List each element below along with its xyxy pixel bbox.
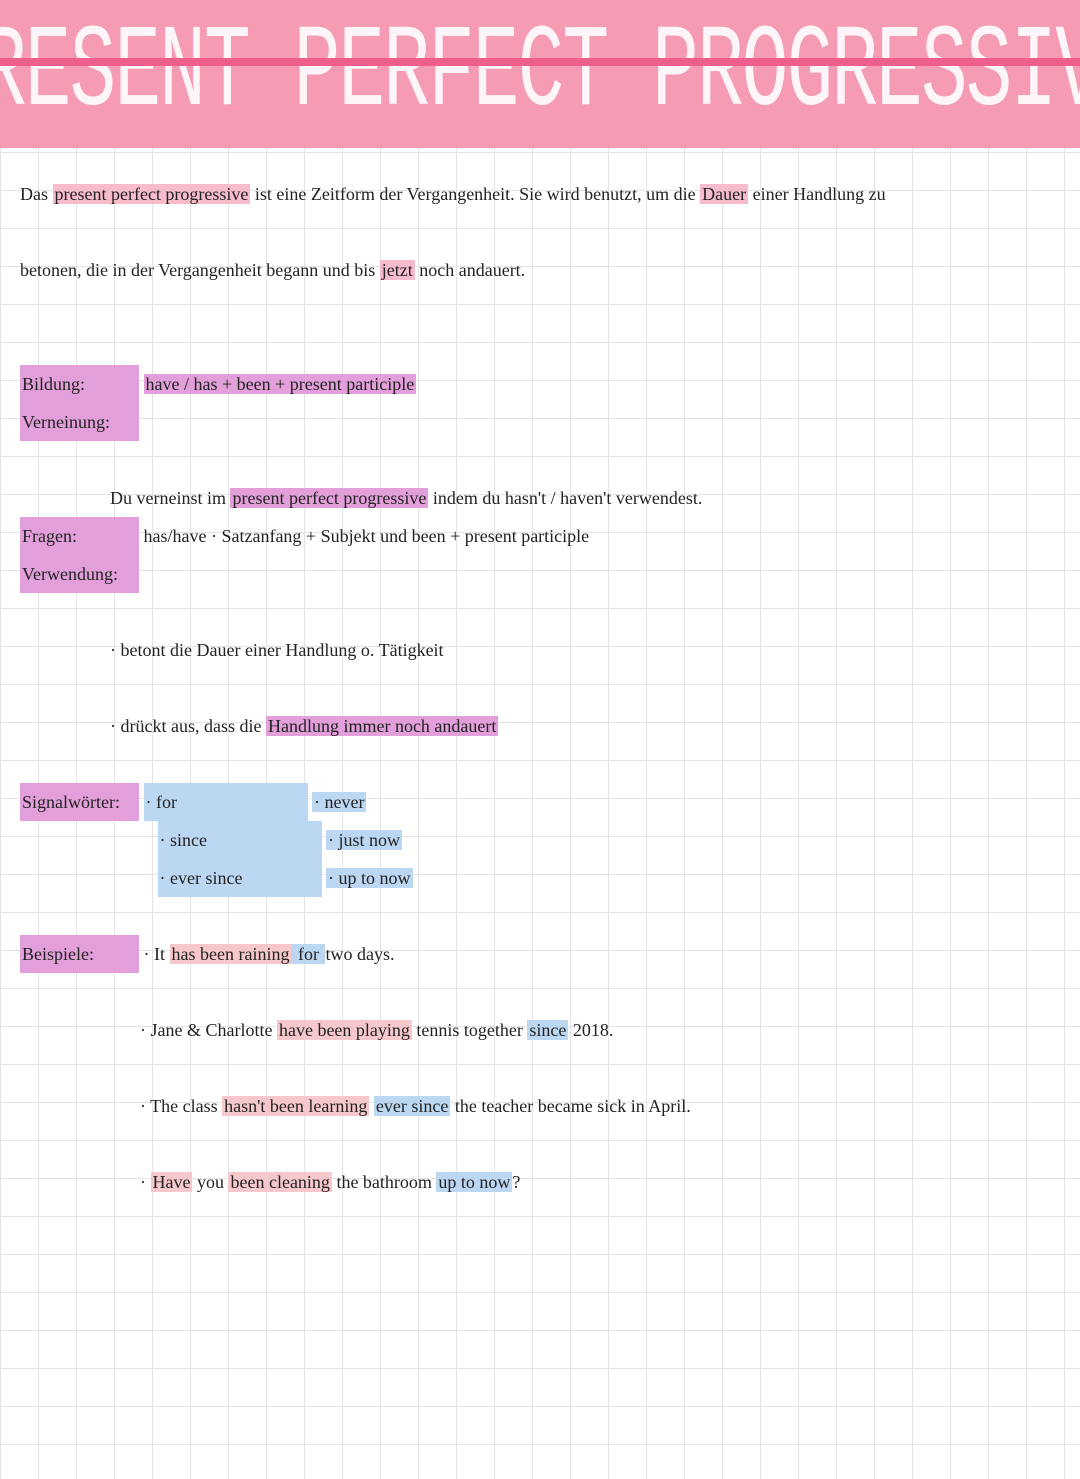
bildung-line: Bildung: have / has + been + present par… [20, 365, 1060, 403]
signal-highlight: ever since [374, 1096, 450, 1116]
verb-highlight: Have [151, 1172, 193, 1192]
text: betonen, die in der Vergangenheit begann… [20, 260, 380, 280]
text: the bathroom [332, 1172, 436, 1192]
text: · It [144, 944, 170, 964]
section-label-beispiele: Beispiele: [20, 935, 139, 973]
text: Du verneinst im [110, 488, 230, 508]
signal-word: · up to now [326, 868, 413, 888]
bildung-value: have / has + been + present participle [144, 374, 417, 394]
fragen-value: has/have · Satzanfang + Subjekt und been… [144, 526, 590, 546]
text: einer Handlung zu [748, 184, 885, 204]
highlight-term: jetzt [380, 260, 415, 280]
signal-word: · just now [326, 830, 402, 850]
text: Das [20, 184, 53, 204]
beispiel-4: · Have you been cleaning the bathroom up… [20, 1163, 1060, 1201]
header-band: PRESENT PERFECT PROGRESSIVE [0, 0, 1080, 148]
signal-row-3: · ever since · up to now [20, 859, 1060, 897]
beispiel-2: · Jane & Charlotte have been playing ten… [20, 1011, 1060, 1049]
beispiel-1: Beispiele: · It has been raining for two… [20, 935, 1060, 973]
signal-row-2: · since · just now [20, 821, 1060, 859]
section-label-signal: Signalwörter: [20, 783, 139, 821]
verwendung-label-line: Verwendung: [20, 555, 1060, 593]
section-label-bildung: Bildung: [20, 365, 139, 403]
section-label-fragen: Fragen: [20, 517, 139, 555]
highlight-term: Dauer [700, 184, 748, 204]
signal-highlight: since [527, 1020, 568, 1040]
text: tennis together [412, 1020, 527, 1040]
section-label-verneinung: Verneinung: [20, 403, 139, 441]
text: · [140, 1172, 151, 1192]
text: · The class [140, 1096, 222, 1116]
highlight-term: present perfect progressive [230, 488, 428, 508]
highlight-term: Handlung immer noch andauert [266, 716, 498, 736]
intro-line-2: betonen, die in der Vergangenheit begann… [20, 251, 1060, 289]
page-title: PRESENT PERFECT PROGRESSIVE [0, 0, 1080, 185]
verb-highlight: been cleaning [228, 1172, 331, 1192]
text: · Jane & Charlotte [140, 1020, 277, 1040]
fragen-line: Fragen: has/have · Satzanfang + Subjekt … [20, 517, 1060, 555]
text: · drückt aus, dass die [110, 716, 266, 736]
text: you [192, 1172, 228, 1192]
note-content: Das present perfect progressive ist eine… [20, 175, 1060, 1201]
section-label-verwendung: Verwendung: [20, 555, 139, 593]
text: the teacher became sick in April. [450, 1096, 690, 1116]
text: two days. [325, 944, 394, 964]
signal-row-1: Signalwörter: · for · never [20, 783, 1060, 821]
highlight-term: present perfect progressive [53, 184, 251, 204]
text: 2018. [568, 1020, 613, 1040]
signal-word: · since [158, 821, 322, 859]
beispiel-3: · The class hasn't been learning ever si… [20, 1087, 1060, 1125]
verwendung-point-2: · drückt aus, dass die Handlung immer no… [20, 707, 1060, 745]
text: ist eine Zeitform der Vergangenheit. Sie… [250, 184, 700, 204]
text: indem du hasn't / haven't verwendest. [428, 488, 702, 508]
signal-word: · never [312, 792, 366, 812]
signal-word: · for [144, 783, 308, 821]
text: ? [512, 1172, 520, 1192]
verb-highlight: have been playing [277, 1020, 412, 1040]
verwendung-point-1: · betont die Dauer einer Handlung o. Tät… [20, 631, 1060, 669]
verneinung-text: Du verneinst im present perfect progress… [20, 479, 1060, 517]
signal-highlight: for [291, 944, 325, 964]
signal-word: · ever since [158, 859, 322, 897]
verb-highlight: has been raining [170, 944, 292, 964]
signal-highlight: up to now [436, 1172, 512, 1192]
text: noch andauert. [415, 260, 525, 280]
verb-highlight: hasn't been learning [222, 1096, 369, 1116]
verneinung-label-line: Verneinung: [20, 403, 1060, 441]
intro-line-1: Das present perfect progressive ist eine… [20, 175, 1060, 213]
